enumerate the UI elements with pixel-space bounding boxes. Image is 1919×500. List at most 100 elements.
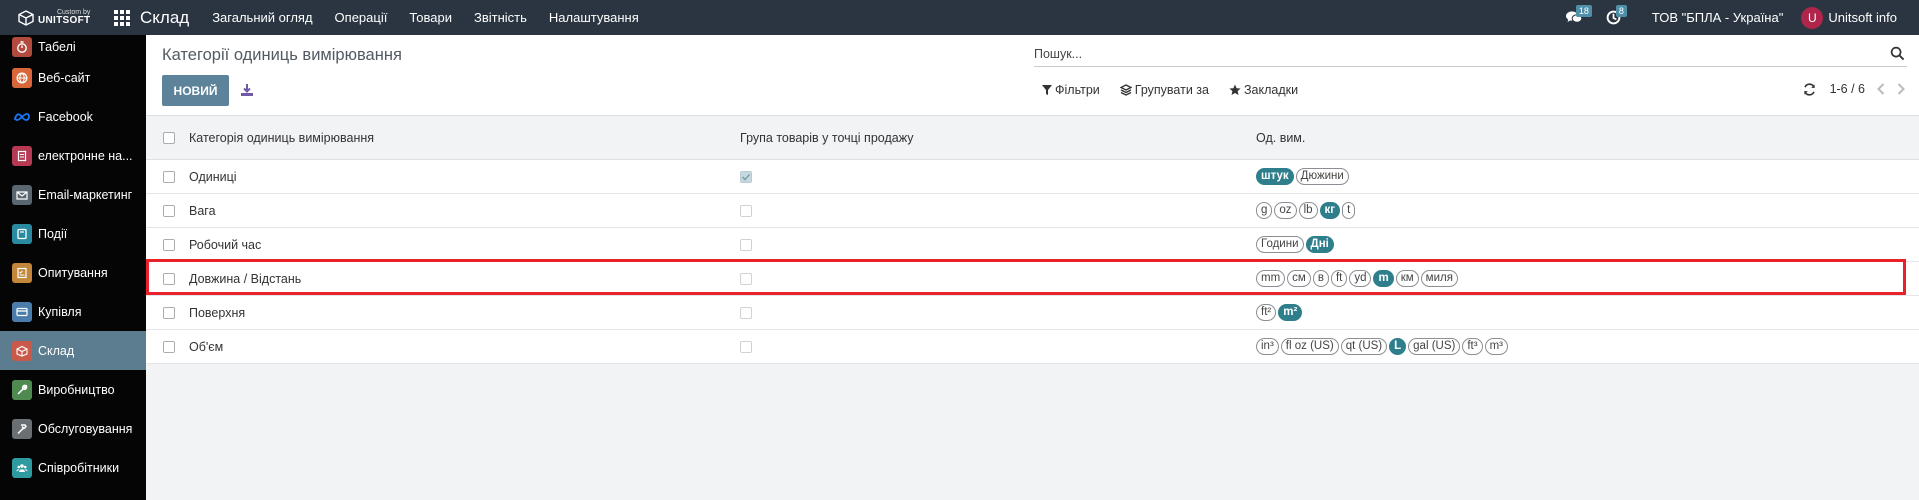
top-menu: Загальний огляд Операції Товари Звітність На…: [201, 10, 650, 25]
table-row[interactable]: Поверхня ft² m²: [146, 296, 1919, 330]
search-input[interactable]: [1034, 43, 1884, 65]
table-row[interactable]: Робочий час Години Дні: [146, 228, 1919, 262]
row-select-checkbox[interactable]: [163, 170, 175, 183]
top-menu-item[interactable]: Операції: [324, 10, 399, 25]
search-options: Фільтри Групувати за Закладки: [1042, 83, 1318, 97]
uom-tags: g oz lb кг t: [1256, 202, 1357, 219]
company-switcher[interactable]: ТОВ "БПЛА - Україна": [1652, 10, 1783, 25]
row-select-checkbox[interactable]: [163, 272, 175, 285]
column-header-name[interactable]: Категорія одиниць вимірювання: [189, 131, 374, 145]
sidebar-item[interactable]: Склад: [0, 331, 146, 370]
user-menu[interactable]: Unitsoft info: [1828, 10, 1897, 25]
sidebar-item[interactable]: Веб-сайт: [0, 58, 146, 97]
category-name: Вага: [189, 203, 216, 218]
uom-tags: Години Дні: [1256, 236, 1336, 253]
activities-button[interactable]: 8: [1604, 4, 1627, 28]
uom-tag: ft: [1330, 270, 1348, 287]
people-icon: [12, 457, 32, 478]
chevron-left-icon[interactable]: [1877, 83, 1885, 95]
pos-group-checkbox: [740, 272, 752, 285]
sidebar-item[interactable]: Опитування: [0, 253, 146, 292]
column-header-uom[interactable]: Од. вим.: [1256, 131, 1305, 145]
uom-tag: Години: [1256, 236, 1304, 253]
cube-logo-icon: [18, 9, 34, 26]
uom-tag: ft³: [1462, 338, 1483, 355]
sidebar-item[interactable]: Facebook: [0, 97, 146, 136]
logo-wordmark: UNITSOFT: [38, 15, 91, 26]
uom-tags: ft² m²: [1256, 304, 1304, 321]
uom-categories-table: Категорія одиниць вимірювання Група това…: [146, 116, 1919, 364]
uom-tag: миля: [1420, 270, 1458, 287]
messages-button[interactable]: 18: [1564, 4, 1592, 28]
hammer-icon: [12, 418, 32, 439]
apps-grid-icon[interactable]: [114, 9, 130, 26]
row-select-checkbox[interactable]: [163, 238, 175, 251]
sidebar-item-label: Facebook: [38, 109, 93, 124]
refresh-icon[interactable]: [1803, 82, 1816, 96]
pager-value[interactable]: 1-6 / 6: [1830, 82, 1865, 96]
sidebar-item-label: Склад: [38, 343, 75, 358]
top-menu-item[interactable]: Загальний огляд: [201, 10, 323, 25]
select-all-checkbox[interactable]: [163, 131, 175, 144]
reference-uom-tag: L: [1389, 338, 1407, 355]
pos-group-checkbox: [740, 306, 752, 319]
sidebar-item[interactable]: Купівля: [0, 292, 146, 331]
table-row[interactable]: Вага g oz lb кг t: [146, 194, 1919, 228]
sidebar-item[interactable]: Виробництво: [0, 370, 146, 409]
top-menu-item[interactable]: Налаштування: [538, 10, 650, 25]
user-avatar[interactable]: U: [1801, 6, 1824, 29]
survey-icon: [12, 262, 32, 283]
row-select-checkbox[interactable]: [163, 340, 175, 353]
uom-tag: yd: [1349, 270, 1372, 287]
uom-tag: Дюжини: [1295, 168, 1349, 185]
sidebar-item[interactable]: Події: [0, 214, 146, 253]
search-icon[interactable]: [1890, 46, 1905, 61]
app-title[interactable]: Склад: [140, 8, 189, 28]
sidebar-item[interactable]: Обслуговування: [0, 409, 146, 448]
reference-uom-tag: штук: [1256, 168, 1294, 185]
sidebar-item[interactable]: Співробітники: [0, 448, 146, 487]
sidebar-item-label: Веб-сайт: [38, 70, 91, 85]
sidebar-item[interactable]: Табелі: [0, 35, 146, 58]
pos-group-checkbox: [740, 170, 752, 183]
search-bar: [1034, 43, 1907, 67]
uom-tags: штук Дюжини: [1256, 168, 1351, 185]
control-panel: Категорії одиниць вимірювання НОВИЙ Філь…: [146, 35, 1919, 116]
category-name: Довжина / Відстань: [189, 271, 302, 286]
sidebar-item[interactable]: електронне на...: [0, 136, 146, 175]
sidebar-item-label: Обслуговування: [38, 421, 133, 436]
row-select-checkbox[interactable]: [163, 306, 175, 319]
sidebar-item-label: Купівля: [38, 304, 82, 319]
uom-tags: mm см в ft yd m км миля: [1256, 270, 1460, 287]
globe-icon: [12, 67, 32, 88]
column-header-pos-group[interactable]: Група товарів у точці продажу: [740, 131, 913, 145]
table-row[interactable]: Об'єм in³ fl oz (US) qt (US) Lgal (US) ft³ m³: [146, 330, 1919, 364]
group-by-button[interactable]: Групувати за: [1119, 83, 1209, 97]
uom-tag: in³: [1256, 338, 1279, 355]
table-row[interactable]: Довжина / Відстань mm см в ft yd m км миля: [146, 259, 1919, 296]
brand-logo[interactable]: Custom by UNITSOFT: [0, 0, 105, 35]
download-icon[interactable]: [239, 82, 255, 98]
new-button[interactable]: НОВИЙ: [162, 75, 229, 106]
chevron-right-icon[interactable]: [1897, 83, 1905, 95]
reference-uom-tag: Дні: [1305, 236, 1334, 253]
top-menu-item[interactable]: Товари: [398, 10, 463, 25]
filters-button[interactable]: Фільтри: [1042, 83, 1100, 97]
sidebar-item[interactable]: Email-маркетинг: [0, 175, 146, 214]
favorites-button[interactable]: Закладки: [1229, 83, 1298, 97]
uom-tag: mm: [1256, 270, 1286, 287]
star-icon: [1229, 84, 1241, 95]
uom-tag: t: [1342, 202, 1356, 219]
activities-count-badge: 8: [1615, 4, 1627, 17]
uom-tag: см: [1287, 270, 1311, 287]
row-select-checkbox[interactable]: [163, 204, 175, 217]
top-menu-item[interactable]: Звітність: [463, 10, 538, 25]
pos-group-checkbox: [740, 340, 752, 353]
sidebar-item-label: Табелі: [38, 39, 76, 54]
main-content: Категорії одиниць вимірювання НОВИЙ Філь…: [146, 35, 1919, 500]
table-row[interactable]: Одиниці штук Дюжини: [146, 160, 1919, 194]
funnel-icon: [1042, 85, 1052, 95]
mail-icon: [12, 184, 32, 205]
favorites-label: Закладки: [1243, 83, 1299, 97]
sidebar-item-label: Події: [38, 226, 68, 241]
